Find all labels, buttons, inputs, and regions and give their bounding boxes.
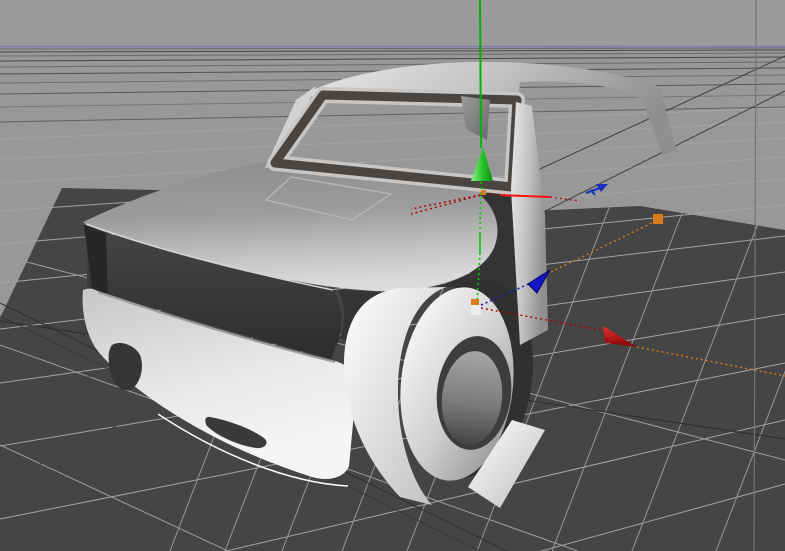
viewport-canvas[interactable] (0, 0, 785, 551)
3d-viewport[interactable] (0, 0, 785, 551)
sky-background (0, 0, 785, 47)
secondary-orange-handle[interactable] (481, 190, 486, 195)
z-axis-handle[interactable] (653, 214, 663, 224)
origin-orange-handle[interactable] (471, 299, 479, 306)
world-y-axis-line (480, 0, 481, 148)
origin-handle[interactable] (471, 305, 481, 315)
